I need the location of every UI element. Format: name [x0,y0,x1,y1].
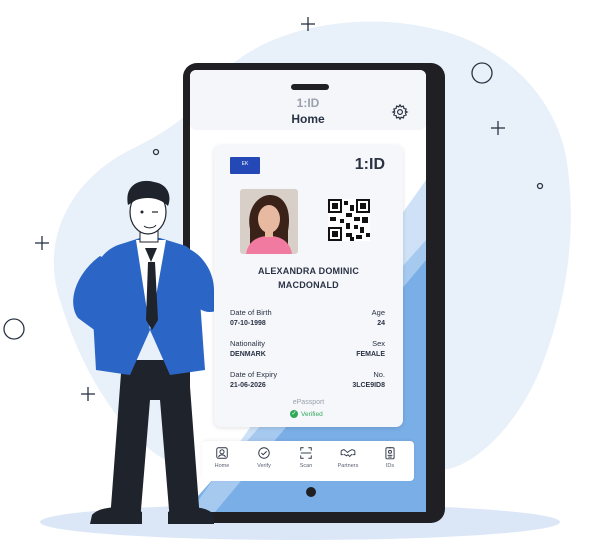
nationality-label: Nationality [230,339,266,348]
age-value: 24 [377,320,385,327]
card-logo: 1:ID [354,156,385,173]
age-label: Age [371,308,385,317]
bottom-nav: Home Verify Scan Partners IDs [202,441,414,481]
expiry-label: Date of Expiry [230,370,278,379]
check-icon: ✓ [290,410,298,418]
dob-label: Date of Birth [230,308,272,317]
id-badge-icon [385,447,395,460]
document-type: ePassport [292,399,325,406]
verified-badge: ✓ Verified [290,410,323,418]
id-card[interactable]: EK 1:ID ALEXANDRA DOMINIC MACDONALD Date… [214,145,403,427]
holder-name-line1: ALEXANDRA DOMINIC [257,266,360,276]
sex-value: FEMALE [356,351,385,358]
qr-code [328,199,370,241]
doc-number-value: 3LCE9ID8 [352,382,385,389]
nav-partners[interactable]: Partners [328,446,368,469]
home-icon [216,447,228,459]
expiry-value: 21-06-2026 [230,382,266,389]
nav-verify[interactable]: Verify [244,446,284,469]
holder-name-line2: MACDONALD [278,280,339,290]
handshake-icon [340,449,356,458]
nationality-value: DENMARK [230,351,266,358]
nav-scan[interactable]: Scan [286,446,326,469]
phone-screen-content: 1:ID Home EK 1:ID ALEXANDRA DOMINIC MACD… [190,70,426,512]
verify-icon [258,447,270,459]
nav-ids[interactable]: IDs [370,446,410,469]
id-photo [240,189,298,254]
scan-icon [300,447,312,459]
nav-home[interactable]: Home [202,446,242,469]
dob-value: 07-10-1998 [230,320,266,327]
doc-number-label: No. [373,370,385,379]
flag-icon: EK [230,157,260,174]
sex-label: Sex [372,339,385,348]
gear-icon[interactable] [391,103,409,121]
